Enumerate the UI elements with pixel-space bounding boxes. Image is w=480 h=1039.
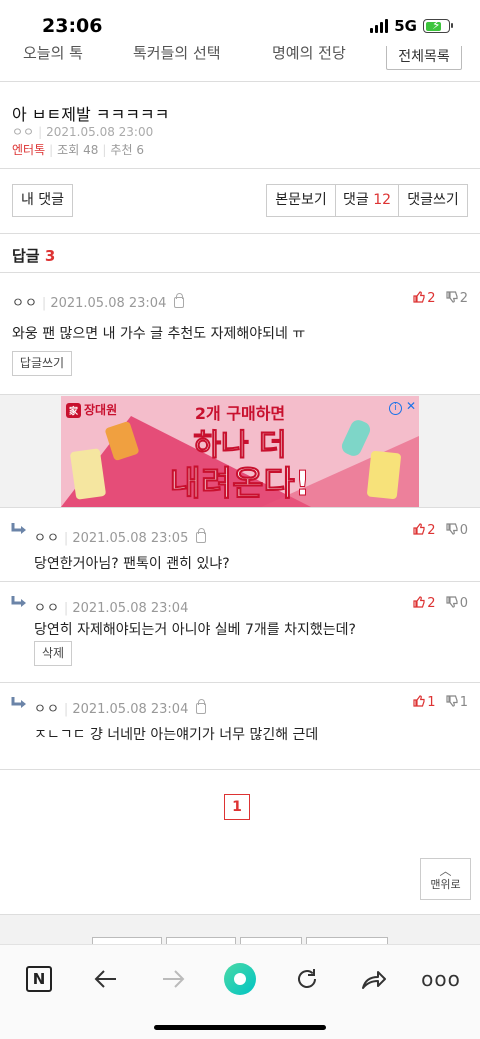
lock-icon xyxy=(196,528,207,543)
comment-author: ㅇㅇ xyxy=(34,531,60,546)
divider xyxy=(0,272,480,273)
my-comments-button[interactable]: 내 댓글 xyxy=(12,184,73,217)
post-stats: 엔터톡 | 조회 48 | 추천 6 xyxy=(12,143,144,157)
downvote-button[interactable]: 2 xyxy=(446,291,468,306)
upvote-button[interactable]: 2 xyxy=(413,523,436,538)
comment-author: ㅇㅇ xyxy=(34,601,60,616)
lock-icon xyxy=(174,293,185,308)
comment-datetime: 2021.05.08 23:04 xyxy=(50,296,167,311)
reply-arrow-icon xyxy=(11,523,26,534)
recommend-count: 6 xyxy=(136,143,144,157)
divider xyxy=(0,682,480,683)
post-datetime: 2021.05.08 23:00 xyxy=(46,125,154,139)
write-reply-button[interactable]: 답글쓰기 xyxy=(12,351,72,376)
comment-text: 당연히 자제해야되는거 아니야 실베 7개를 차지했는데? xyxy=(34,622,356,638)
reply-arrow-icon xyxy=(11,697,26,708)
footer-strip xyxy=(0,914,480,949)
browser-toolbar: N ooo xyxy=(0,944,480,1039)
page-number-current[interactable]: 1 xyxy=(224,794,250,820)
status-icons: 5G ⚡ xyxy=(370,17,453,35)
nav-tab-hall-of-fame[interactable]: 명예의 전당 xyxy=(272,46,346,63)
refresh-icon[interactable] xyxy=(287,959,327,999)
replies-count: 3 xyxy=(44,247,56,265)
comment-text: 와웅 팬 많으면 내 가수 글 추천도 자제해야되네 ㅠ xyxy=(12,326,306,342)
write-comment-button[interactable]: 댓글쓰기 xyxy=(398,184,468,217)
divider xyxy=(0,581,480,582)
comment-text: 당연한거아님? 팬톡이 괜히 있냐? xyxy=(34,556,230,572)
thumb-down-icon xyxy=(446,596,458,608)
comment-datetime: 2021.05.08 23:04 xyxy=(72,702,189,717)
upvote-button[interactable]: 2 xyxy=(413,596,436,611)
upvote-button[interactable]: 2 xyxy=(413,291,436,306)
divider xyxy=(0,233,480,234)
back-to-top-button[interactable]: ︿ 맨위로 xyxy=(420,858,471,900)
chevron-up-icon: ︿ xyxy=(439,864,452,878)
lock-icon xyxy=(196,699,207,714)
recommend-label: 추천 xyxy=(110,143,133,157)
naver-n-icon[interactable]: N xyxy=(19,959,59,999)
network-label: 5G xyxy=(394,17,417,35)
home-indicator xyxy=(154,1025,326,1030)
ad-headline-3: 내려온다! xyxy=(169,464,311,505)
replies-label: 답글 xyxy=(12,247,40,265)
post-author: ㅇㅇ xyxy=(12,125,35,139)
comment-meta: ㅇㅇ | 2021.05.08 23:05 xyxy=(34,527,207,546)
comments-label: 댓글 xyxy=(342,192,369,208)
downvote-button[interactable]: 0 xyxy=(446,523,468,538)
downvote-button[interactable]: 0 xyxy=(446,596,468,611)
share-icon[interactable] xyxy=(354,959,394,999)
nav-tab-today[interactable]: 오늘의 톡 xyxy=(23,46,83,63)
battery-icon: ⚡ xyxy=(423,18,453,33)
thumb-down-icon xyxy=(446,695,458,707)
comments-button[interactable]: 댓글 12 xyxy=(335,184,399,217)
comment-author: ㅇㅇ xyxy=(12,296,38,311)
status-bar: 23:06 5G ⚡ xyxy=(0,0,480,50)
comment-votes: 1 1 xyxy=(413,695,468,710)
signal-icon xyxy=(370,19,389,33)
post-title: 아 ㅂㅌ제발 ㅋㅋㅋㅋㅋ xyxy=(12,105,170,124)
upvote-button[interactable]: 1 xyxy=(413,695,436,710)
views-label: 조회 xyxy=(57,143,80,157)
views-count: 48 xyxy=(83,143,99,157)
top-nav: 오늘의 톡 톡커들의 선택 명예의 전당 전체목록 xyxy=(0,46,480,82)
delete-button[interactable]: 삭제 xyxy=(34,641,72,666)
comment-text: ㅈㄴㄱㄷ 걍 너네만 아는얘기가 너무 많긴해 근데 xyxy=(34,727,319,743)
forward-icon[interactable] xyxy=(153,959,193,999)
home-green-icon[interactable] xyxy=(220,959,260,999)
divider xyxy=(0,769,480,770)
comment-meta: ㅇㅇ | 2021.05.08 23:04 xyxy=(12,292,185,311)
divider xyxy=(0,168,480,169)
thumb-up-icon xyxy=(413,291,425,303)
status-time: 23:06 xyxy=(42,15,103,37)
more-icon[interactable]: ooo xyxy=(421,959,461,999)
downvote-button[interactable]: 1 xyxy=(446,695,468,710)
view-post-button[interactable]: 본문보기 xyxy=(266,184,336,217)
comment-meta: ㅇㅇ | 2021.05.08 23:04 xyxy=(34,698,207,717)
thumb-up-icon xyxy=(413,596,425,608)
thumb-down-icon xyxy=(446,291,458,303)
thumb-up-icon xyxy=(413,523,425,535)
comments-count: 12 xyxy=(373,192,392,208)
comment-votes: 2 0 xyxy=(413,596,468,611)
all-list-button[interactable]: 전체목록 xyxy=(386,46,462,70)
thumb-down-icon xyxy=(446,523,458,535)
post-category[interactable]: 엔터톡 xyxy=(12,143,45,157)
thumb-up-icon xyxy=(413,695,425,707)
back-to-top-label: 맨위로 xyxy=(430,878,461,891)
reply-arrow-icon xyxy=(11,596,26,607)
post-meta: ㅇㅇ | 2021.05.08 23:00 xyxy=(12,125,154,139)
replies-heading: 답글 3 xyxy=(12,245,55,266)
comment-datetime: 2021.05.08 23:05 xyxy=(72,531,189,546)
comment-meta: ㅇㅇ | 2021.05.08 23:04 xyxy=(34,601,189,616)
comment-votes: 2 2 xyxy=(413,291,468,306)
comment-author: ㅇㅇ xyxy=(34,702,60,717)
nav-tab-talkers-choice[interactable]: 톡커들의 선택 xyxy=(133,46,221,63)
comment-votes: 2 0 xyxy=(413,523,468,538)
ad-banner-area: 家 장대원 i ✕ 2개 구매하면 하나 더 내려온다! xyxy=(0,394,480,508)
comment-datetime: 2021.05.08 23:04 xyxy=(72,601,189,616)
back-icon[interactable] xyxy=(86,959,126,999)
ad-banner[interactable]: 家 장대원 i ✕ 2개 구매하면 하나 더 내려온다! xyxy=(61,396,419,507)
